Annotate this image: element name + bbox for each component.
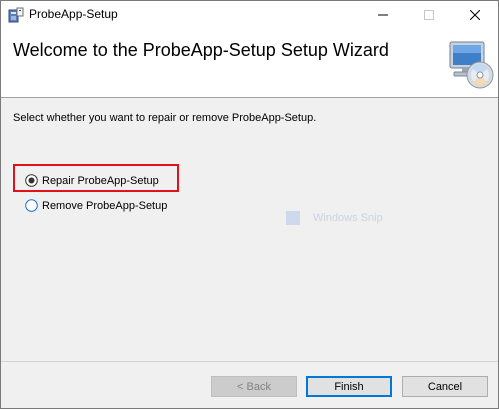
minimize-button[interactable] bbox=[360, 1, 406, 29]
maximize-button[interactable] bbox=[406, 1, 452, 29]
wizard-banner: Welcome to the ProbeApp-Setup Setup Wiza… bbox=[1, 29, 498, 98]
faint-overlay: Windows Snip bbox=[286, 209, 396, 226]
close-button[interactable] bbox=[452, 1, 498, 29]
title-bar[interactable]: ProbeApp-Setup bbox=[1, 1, 498, 29]
faint-overlay-text: Windows Snip bbox=[313, 211, 383, 224]
snip-icon bbox=[286, 210, 300, 225]
remove-option-label: Remove ProbeApp-Setup bbox=[42, 199, 168, 212]
minimize-icon bbox=[378, 10, 388, 20]
instruction-text: Select whether you want to repair or rem… bbox=[13, 112, 317, 124]
repair-option-label: Repair ProbeApp-Setup bbox=[42, 174, 159, 187]
radio-unselected-icon[interactable] bbox=[25, 199, 42, 212]
maximize-icon bbox=[424, 10, 434, 20]
close-icon bbox=[470, 10, 480, 20]
computer-cd-icon bbox=[444, 38, 496, 90]
cancel-button[interactable]: Cancel bbox=[402, 376, 488, 397]
remove-option[interactable]: Remove ProbeApp-Setup bbox=[25, 199, 167, 212]
back-button[interactable]: < Back bbox=[211, 376, 297, 397]
repair-option[interactable]: Repair ProbeApp-Setup bbox=[25, 174, 159, 187]
footer-divider bbox=[1, 361, 498, 362]
wizard-title: Welcome to the ProbeApp-Setup Setup Wiza… bbox=[13, 40, 389, 60]
finish-button[interactable]: Finish bbox=[306, 376, 392, 397]
radio-selected-icon[interactable] bbox=[25, 174, 42, 187]
window-title: ProbeApp-Setup bbox=[29, 7, 118, 21]
setup-wizard-window: ProbeApp-Setup Welcome to the ProbeApp-S… bbox=[0, 0, 499, 409]
installer-icon bbox=[8, 7, 24, 23]
